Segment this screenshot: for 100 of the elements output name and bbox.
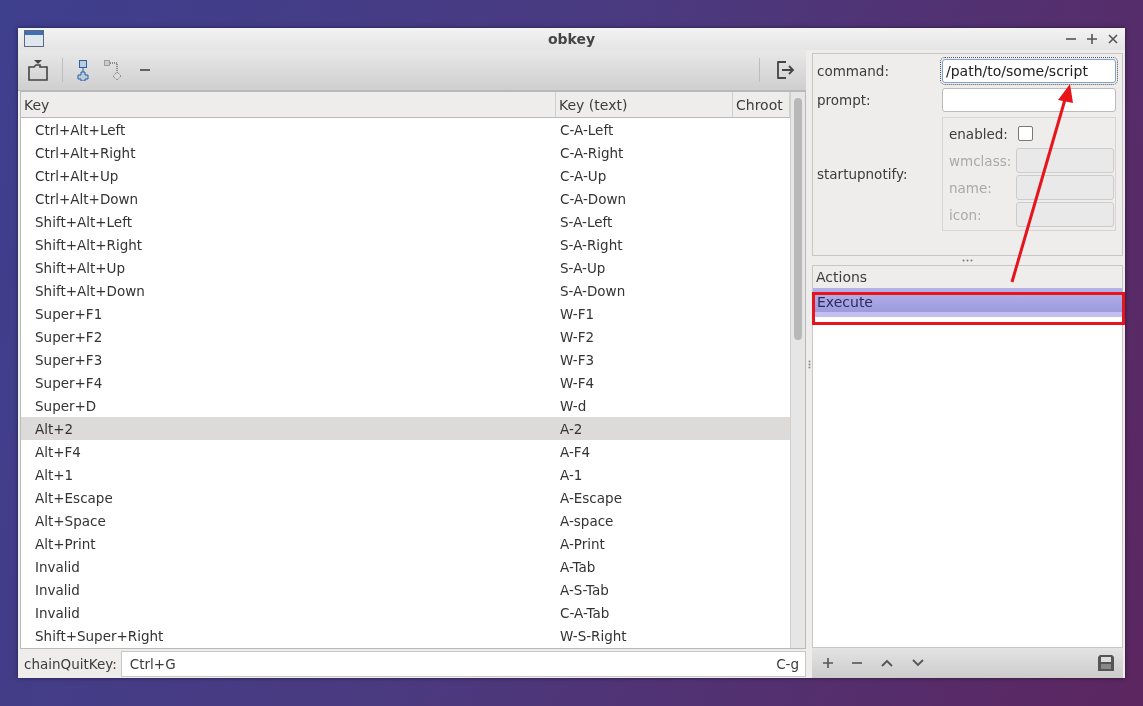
table-cell-text: Alt+Print <box>34 535 97 552</box>
table-cell-text: Invalid <box>34 558 81 575</box>
table-row[interactable]: Ctrl+Alt+Down C-A-Down <box>21 187 790 210</box>
table-cell-text: Ctrl+Alt+Down <box>34 190 140 207</box>
field-label: icon: <box>949 206 982 223</box>
table-cell-text: Alt+2 <box>34 420 75 437</box>
maximize-icon[interactable] <box>1086 33 1098 45</box>
table-cell-text: C-A-Right <box>559 144 625 161</box>
add-icon[interactable] <box>822 657 834 669</box>
table-cell-text: S-A-Down <box>559 282 627 299</box>
scrollbar[interactable] <box>790 92 805 648</box>
table-cell-text: A-2 <box>559 420 584 437</box>
field-label: name: <box>949 179 992 196</box>
table-row[interactable]: Super+F2 W-F2 <box>21 325 790 348</box>
table-row[interactable]: Invalid A-Tab <box>21 555 790 578</box>
table-row[interactable]: Alt+Escape A-Escape <box>21 486 790 509</box>
table-row[interactable]: Ctrl+Alt+Left C-A-Left <box>21 118 790 141</box>
table-cell-text: A-F4 <box>559 443 592 460</box>
table-row[interactable]: Super+F4 W-F4 <box>21 371 790 394</box>
splitter-handle[interactable] <box>962 259 973 262</box>
table-cell-text: Ctrl+Alt+Left <box>34 121 127 138</box>
move-down-icon[interactable] <box>911 657 925 669</box>
prompt-label: prompt: <box>817 92 871 108</box>
move-up-icon[interactable] <box>880 657 894 669</box>
table-cell-text: W-F1 <box>559 305 596 322</box>
table-cell-text: A-Print <box>559 535 606 552</box>
table-cell-text: Super+F2 <box>34 328 104 345</box>
table-row[interactable]: Super+D W-d <box>21 394 790 417</box>
table-cell-text: Shift+Alt+Up <box>34 259 127 276</box>
table-cell-text: Super+F1 <box>34 305 104 322</box>
table-cell-text: W-F2 <box>559 328 596 345</box>
chain-quit-key-field[interactable]: Ctrl+G C-g <box>120 650 806 677</box>
table-row[interactable]: Shift+Alt+Right S-A-Right <box>21 233 790 256</box>
table-cell-text: A-space <box>559 512 615 529</box>
table-cell-text: W-F3 <box>559 351 596 368</box>
table-row[interactable]: Super+F1 W-F1 <box>21 302 790 325</box>
table-cell-text: C-A-Up <box>559 167 608 184</box>
table-row[interactable]: Alt+Space A-space <box>21 509 790 532</box>
table-cell-text: Alt+1 <box>34 466 75 483</box>
key-text: C-g <box>776 655 799 672</box>
table-row[interactable]: Shift+Super+Right W-S-Right <box>21 624 790 647</box>
window-title: obkey <box>547 31 596 47</box>
table-cell-text: Super+D <box>34 397 98 414</box>
table-cell-text: A-S-Tab <box>559 581 610 598</box>
command-label: command: <box>817 63 889 79</box>
column-header[interactable]: Key <box>21 92 556 117</box>
close-icon[interactable] <box>1107 33 1119 45</box>
table-cell-text: C-A-Left <box>559 121 615 138</box>
table-row[interactable]: Shift+Alt+Up S-A-Up <box>21 256 790 279</box>
table-cell-text: Shift+Alt+Right <box>34 236 144 253</box>
table-row[interactable]: Shift+Alt+Down S-A-Down <box>21 279 790 302</box>
splitter-handle[interactable] <box>807 359 811 369</box>
exit-icon[interactable] <box>774 59 796 81</box>
table-row[interactable]: Alt+2 A-2 <box>21 417 790 440</box>
chain-quit-key-label: chainQuitKey: <box>23 655 118 672</box>
table-cell-text: Invalid <box>34 581 81 598</box>
actions-header: Actions <box>813 266 1122 288</box>
prompt-field[interactable] <box>942 88 1116 112</box>
table-cell-text: A-1 <box>559 466 584 483</box>
table-cell-text: C-A-Tab <box>559 604 611 621</box>
column-header[interactable]: Key (text) <box>556 92 733 117</box>
table-cell-text: Alt+Space <box>34 512 107 529</box>
table-row[interactable]: Super+F3 W-F3 <box>21 348 790 371</box>
field-value: Ctrl+G <box>129 655 176 672</box>
table-cell-text: Shift+Alt+Down <box>34 282 146 299</box>
command-field[interactable]: /path/to/some/script <box>942 59 1116 83</box>
table-cell-text: W-F4 <box>559 374 596 391</box>
table-row[interactable]: Alt+Print A-Print <box>21 532 790 555</box>
save-icon[interactable] <box>1097 654 1115 672</box>
table-cell-text: S-A-Right <box>559 236 624 253</box>
enabled-checkbox[interactable] <box>1017 126 1033 141</box>
table-cell-text: Super+F4 <box>34 374 104 391</box>
table-row[interactable]: Invalid A-S-Tab <box>21 578 790 601</box>
table-row[interactable]: Alt+1 A-1 <box>21 463 790 486</box>
add-node-icon[interactable] <box>77 59 89 81</box>
table-cell-text: Shift+Alt+Left <box>34 213 133 230</box>
table-cell-text: Alt+F4 <box>34 443 82 460</box>
table-cell-text: Ctrl+Alt+Right <box>34 144 137 161</box>
table-cell-text: C-A-Down <box>559 190 628 207</box>
table-cell-text: S-A-Up <box>559 259 607 276</box>
table-cell-text: Super+F3 <box>34 351 104 368</box>
folder-icon[interactable] <box>28 59 48 81</box>
table-row[interactable]: Ctrl+Alt+Right C-A-Right <box>21 141 790 164</box>
field-label: wmclass: <box>949 152 1012 169</box>
enabled-label: enabled: <box>949 125 1008 142</box>
table-cell-text: Invalid <box>34 604 81 621</box>
table-cell-text: Shift+Super+Right <box>34 627 165 644</box>
table-row[interactable]: Shift+Alt+Left S-A-Left <box>21 210 790 233</box>
table-cell-text: A-Escape <box>559 489 623 506</box>
window-icon <box>24 30 44 48</box>
table-row[interactable]: Alt+F4 A-F4 <box>21 440 790 463</box>
table-cell-text: Alt+Escape <box>34 489 114 506</box>
table-row[interactable]: Invalid C-A-Tab <box>21 601 790 624</box>
table-cell-text: W-d <box>559 397 588 414</box>
table-cell-text: Ctrl+Alt+Up <box>34 167 120 184</box>
startupnotify-label: startupnotify: <box>817 166 908 182</box>
table-row[interactable]: Ctrl+Alt+Up C-A-Up <box>21 164 790 187</box>
table-cell-text: A-Tab <box>559 558 597 575</box>
table-cell-text: S-A-Left <box>559 213 614 230</box>
table-cell-text: W-S-Right <box>559 627 628 644</box>
